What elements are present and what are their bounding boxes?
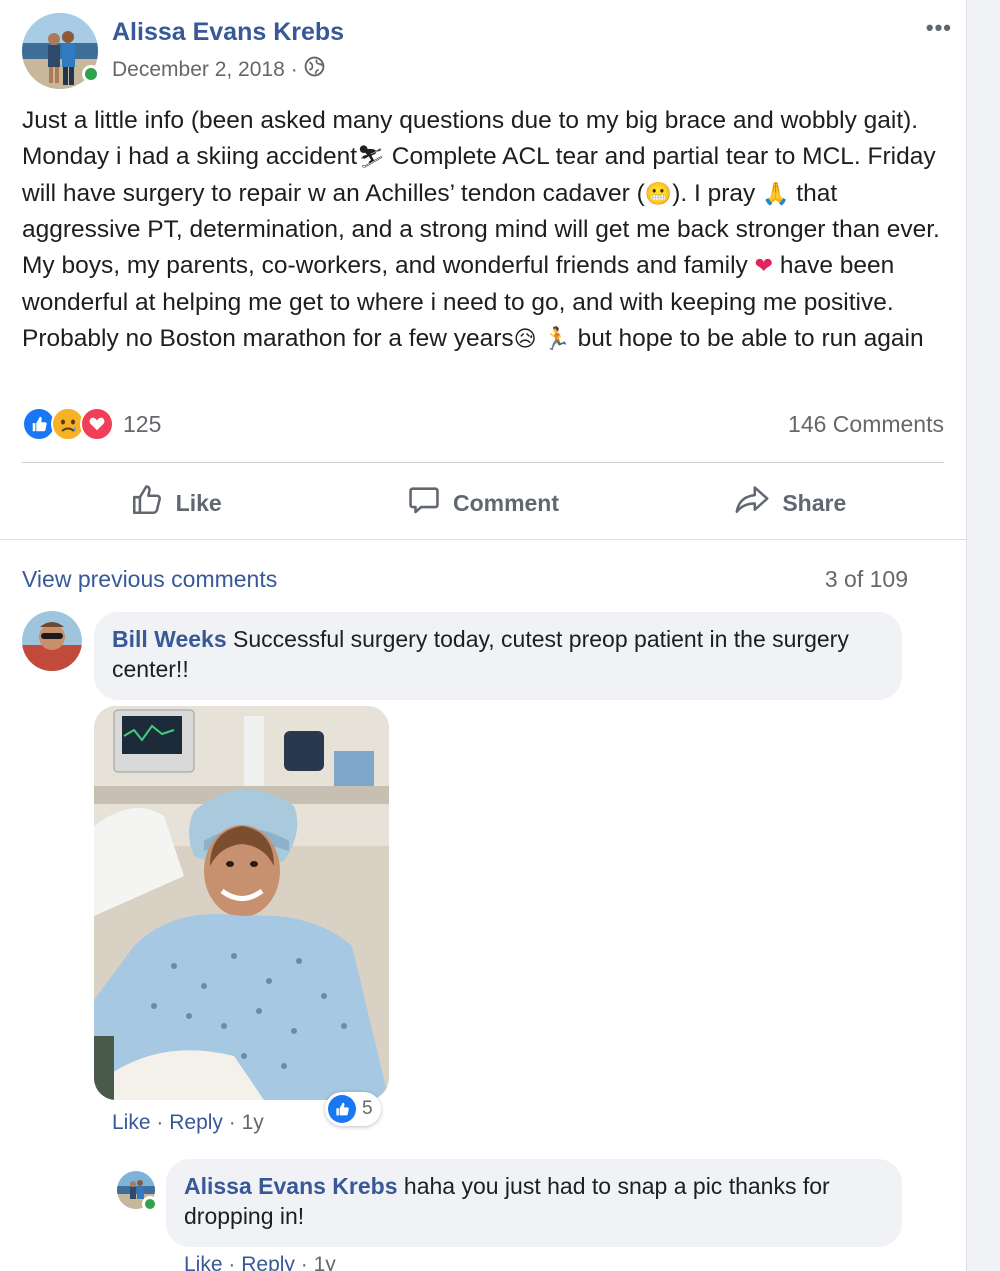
online-status-dot (142, 1196, 158, 1212)
comment-actions: Like · Reply · 1y (112, 1111, 264, 1135)
reply-reply-link[interactable]: Reply (241, 1253, 295, 1271)
comment-count-link[interactable]: 146 Comments (788, 411, 944, 438)
reply-age[interactable]: 1y (314, 1253, 336, 1271)
comments-divider (0, 539, 966, 540)
reply-bubble: Alissa Evans Krebs haha you just had to … (166, 1159, 902, 1247)
share-label: Share (782, 489, 847, 516)
reply-actions: Like · Reply · 1y (184, 1253, 336, 1271)
separator: · (156, 1111, 164, 1134)
right-scroll-rail (966, 0, 1000, 1271)
share-button[interactable]: Share (637, 474, 944, 532)
comment-like-link[interactable]: Like (112, 1111, 151, 1134)
sad-emoji: 😥 (513, 326, 537, 352)
reply-author[interactable]: Alissa Evans Krebs (184, 1173, 398, 1199)
globe-icon (304, 56, 325, 83)
stats-divider (22, 462, 944, 463)
online-status-dot (82, 65, 100, 83)
pray-emoji: 🙏 (762, 181, 790, 207)
post-date[interactable]: December 2, 2018 (112, 58, 285, 82)
comment-author[interactable]: Bill Weeks (112, 626, 227, 652)
commenter-avatar[interactable] (22, 611, 82, 671)
more-options-button[interactable]: ••• (912, 15, 952, 40)
post-text-part: ). I pray (672, 179, 763, 207)
skier-emoji: ⛷ (357, 144, 385, 170)
post-text-part: but hope to be able to run again (570, 324, 924, 352)
like-label: Like (175, 489, 222, 516)
comment-like-badge[interactable]: 5 (325, 1092, 381, 1126)
post-author-name[interactable]: Alissa Evans Krebs (112, 18, 344, 47)
reactions-summary[interactable]: 125 (22, 407, 161, 441)
grimace-emoji: 😬 (644, 181, 673, 207)
post-meta: December 2, 2018 · (112, 56, 325, 83)
love-reaction-icon (80, 407, 114, 441)
post-header: Alissa Evans Krebs December 2, 2018 · ••… (22, 13, 952, 89)
comment-photo[interactable] (94, 706, 389, 1100)
like-reaction-icon (328, 1095, 356, 1123)
comment-age[interactable]: 1y (242, 1111, 264, 1134)
comments-page-count: 3 of 109 (824, 566, 908, 592)
comment-bubble: Bill Weeks Successful surgery today, cut… (94, 612, 902, 700)
post-text: Just a little info (been asked many ques… (22, 103, 952, 358)
runner-emoji: 🏃 (543, 326, 571, 352)
heart-emoji: ❤ (754, 254, 774, 280)
separator: · (300, 1253, 308, 1271)
comment-reply-link[interactable]: Reply (169, 1111, 223, 1134)
reply-like-link[interactable]: Like (184, 1253, 223, 1271)
separator: · (228, 1111, 236, 1134)
like-button[interactable]: Like (22, 474, 329, 532)
view-previous-comments-link[interactable]: View previous comments (22, 566, 277, 593)
meta-separator: · (290, 57, 298, 81)
post-stats: 125 146 Comments (22, 405, 944, 445)
post-actions: Like Comment Share (22, 474, 944, 532)
comment-bubble-icon (407, 483, 441, 523)
comment-like-count: 5 (362, 1098, 373, 1119)
comment-button[interactable]: Comment (329, 474, 636, 532)
thumbs-up-icon (130, 483, 164, 523)
share-arrow-icon (734, 483, 770, 523)
reaction-count: 125 (123, 410, 162, 437)
comment-label: Comment (452, 489, 560, 516)
separator: · (228, 1253, 236, 1271)
